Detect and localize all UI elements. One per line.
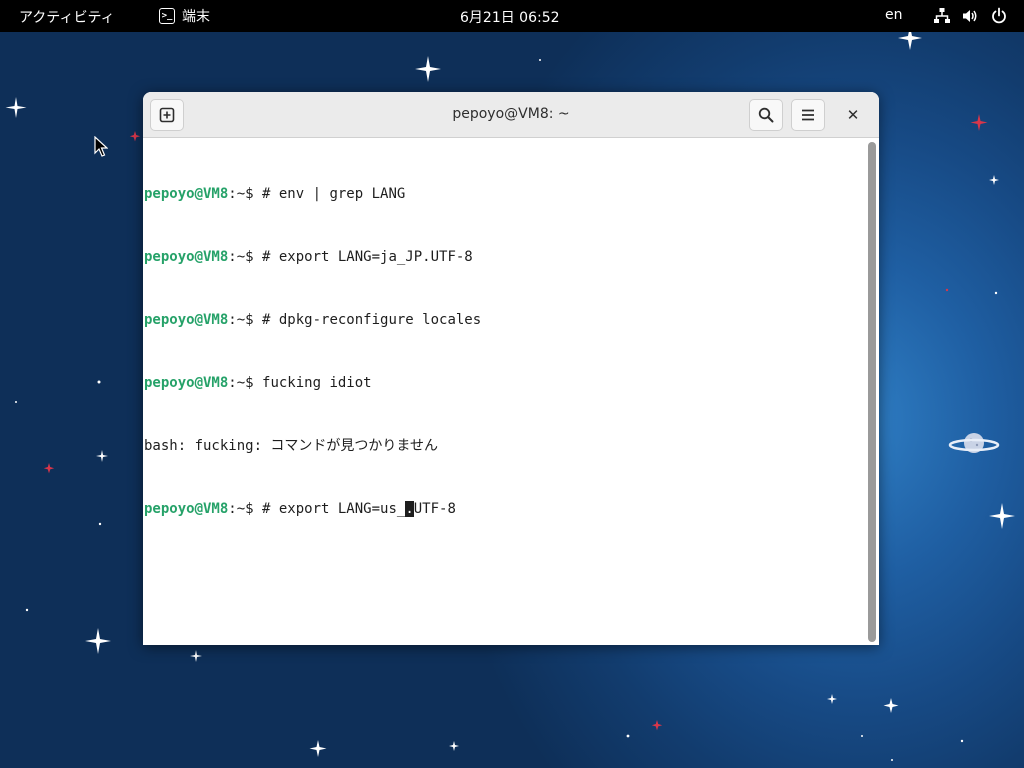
search-button[interactable] <box>749 99 783 131</box>
prompt-user: pepoyo@VM8 <box>144 312 229 328</box>
prompt-path: :~$ # <box>228 249 279 265</box>
prompt-user: pepoyo@VM8 <box>144 186 229 202</box>
terminal-window[interactable]: pepoyo@VM8: ~ ✕ pepoyo@VM8:~$ # env | gr… <box>143 92 879 645</box>
close-icon: ✕ <box>846 106 860 124</box>
network-icon[interactable] <box>933 7 951 25</box>
command-text: UTF-8 <box>413 501 456 517</box>
clock[interactable]: 6月21日 06:52 <box>460 7 560 27</box>
input-language-indicator[interactable]: en <box>885 7 903 23</box>
close-button[interactable]: ✕ <box>841 103 865 127</box>
terminal-output[interactable]: pepoyo@VM8:~$ # env | grep LANG pepoyo@V… <box>143 139 865 645</box>
menu-icon <box>802 109 814 121</box>
scrollbar[interactable] <box>868 142 876 642</box>
top-panel: アクティビティ >_ 端末 6月21日 06:52 en <box>0 0 1024 32</box>
terminal-line-current[interactable]: pepoyo@VM8:~$ # export LANG=us_.UTF-8 <box>144 499 865 520</box>
mouse-pointer-icon <box>94 136 108 157</box>
activities-button[interactable]: アクティビティ <box>19 7 115 27</box>
planet-decoration <box>948 433 1000 453</box>
terminal-line: bash: fucking: コマンドが見つかりません <box>144 436 865 457</box>
command-text: export LANG=ja_JP.UTF-8 <box>278 249 473 265</box>
terminal-line: pepoyo@VM8:~$ fucking idiot <box>144 373 865 394</box>
command-text: fucking idiot <box>262 375 372 391</box>
prompt-path: :~$ # <box>228 501 279 517</box>
app-name: 端末 <box>182 9 210 25</box>
prompt-path: :~$ <box>228 375 263 391</box>
prompt-path: :~$ # <box>228 312 279 328</box>
window-headerbar[interactable]: pepoyo@VM8: ~ ✕ <box>143 92 879 138</box>
prompt-user: pepoyo@VM8 <box>144 249 229 265</box>
volume-icon[interactable] <box>961 7 979 25</box>
terminal-line: pepoyo@VM8:~$ # dpkg-reconfigure locales <box>144 310 865 331</box>
terminal-line: pepoyo@VM8:~$ # env | grep LANG <box>144 184 865 205</box>
terminal-line: pepoyo@VM8:~$ # export LANG=ja_JP.UTF-8 <box>144 247 865 268</box>
prompt-path: :~$ # <box>228 186 279 202</box>
command-text: dpkg-reconfigure locales <box>278 312 482 328</box>
command-text: export LANG=us_ <box>278 501 406 517</box>
text-cursor: . <box>405 501 414 517</box>
power-icon[interactable] <box>990 7 1008 25</box>
app-menu-button[interactable]: >_ 端末 <box>159 6 210 26</box>
error-output: bash: fucking: コマンドが見つかりません <box>144 438 439 454</box>
prompt-user: pepoyo@VM8 <box>144 375 229 391</box>
search-icon <box>758 107 774 123</box>
prompt-user: pepoyo@VM8 <box>144 501 229 517</box>
menu-button[interactable] <box>791 99 825 131</box>
command-text: env | grep LANG <box>278 186 406 202</box>
terminal-icon: >_ <box>159 8 175 24</box>
